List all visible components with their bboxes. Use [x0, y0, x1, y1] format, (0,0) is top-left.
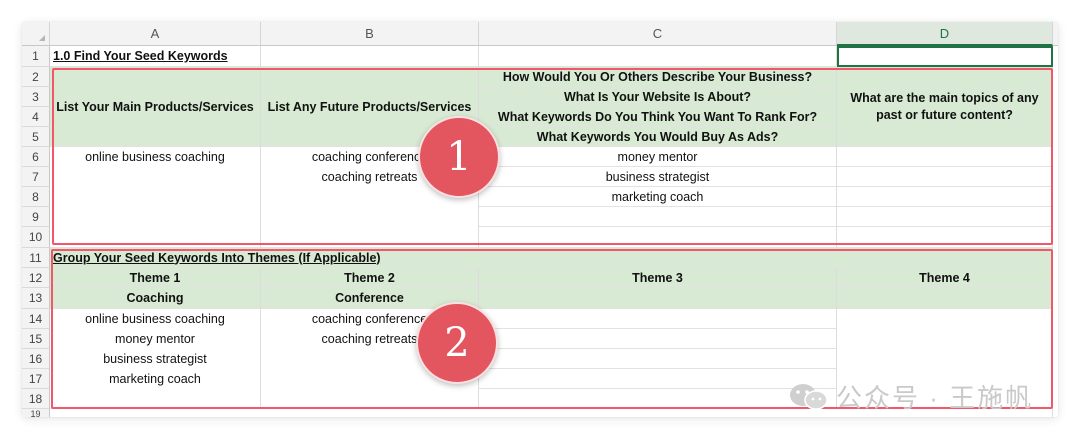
row-header-8[interactable]: 8 [22, 187, 50, 207]
row-header-10[interactable]: 10 [22, 227, 50, 248]
cell-b1[interactable] [261, 46, 479, 67]
row-header-7[interactable]: 7 [22, 167, 50, 187]
row-header-17[interactable]: 17 [22, 369, 50, 389]
row-header-2[interactable]: 2 [22, 67, 50, 87]
row-header-4[interactable]: 4 [22, 107, 50, 127]
watermark-text: 公众号 · 王施帆 [836, 383, 1034, 413]
row-header-11[interactable]: 11 [22, 248, 50, 268]
column-header-a[interactable]: A [50, 22, 261, 46]
row-header-16[interactable]: 16 [22, 349, 50, 369]
row-header-1[interactable]: 1 [22, 46, 50, 67]
row-header-18[interactable]: 18 [22, 389, 50, 409]
row-header-3[interactable]: 3 [22, 87, 50, 107]
watermark: 公众号 · 王施帆 [788, 378, 1033, 415]
cell-d1[interactable] [837, 46, 1053, 67]
column-header-b[interactable]: B [261, 22, 479, 46]
column-header-extra [1053, 22, 1058, 46]
spreadsheet: A B C D 1 2 3 4 5 6 7 8 9 10 11 12 13 14… [22, 22, 1058, 417]
row-header-15[interactable]: 15 [22, 329, 50, 349]
cell-c1[interactable] [479, 46, 837, 67]
wechat-icon [790, 383, 828, 410]
row-header-5[interactable]: 5 [22, 127, 50, 147]
column-header-c[interactable]: C [479, 22, 837, 46]
row-header-12[interactable]: 12 [22, 268, 50, 288]
highlight-box-section1 [52, 68, 1053, 245]
row-header-13[interactable]: 13 [22, 288, 50, 309]
row-header-19[interactable]: 19 [22, 409, 50, 417]
select-all-corner[interactable] [22, 22, 50, 46]
column-header-d[interactable]: D [837, 22, 1053, 46]
row-header-9[interactable]: 9 [22, 207, 50, 227]
row-header-14[interactable]: 14 [22, 309, 50, 329]
section1-title[interactable]: 1.0 Find Your Seed Keywords [50, 46, 261, 67]
callout-badge-2: 2 [416, 302, 498, 384]
row-header-6[interactable]: 6 [22, 147, 50, 167]
callout-badge-1: 1 [418, 116, 500, 198]
